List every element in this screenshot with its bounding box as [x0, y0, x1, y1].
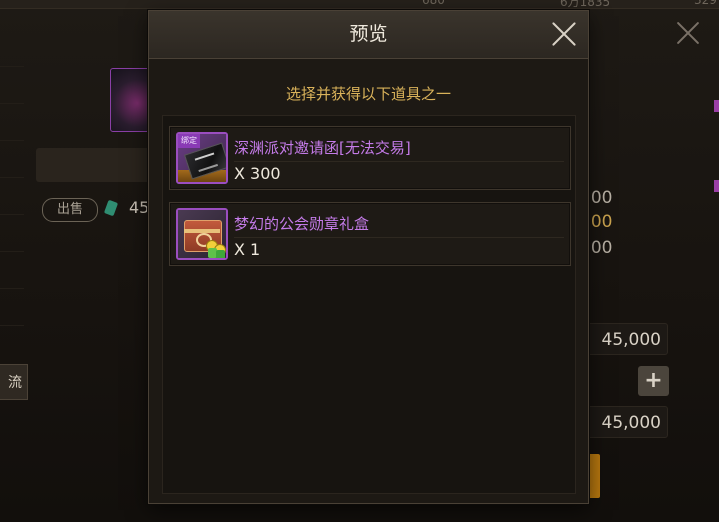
background-edge-marker	[714, 180, 719, 192]
reward-list: 绑定 深渊派对邀请函[无法交易] X 300 梦幻的公会勋章礼盒 X 1	[162, 115, 576, 494]
topbar-value-left: 680	[422, 0, 445, 7]
gift-box-icon	[176, 208, 228, 260]
sell-price: 45	[129, 198, 150, 217]
dialog-subtitle: 选择并获得以下道具之一	[285, 85, 451, 103]
close-icon[interactable]	[551, 21, 577, 47]
background-edge-marker	[714, 100, 719, 112]
price-field-2[interactable]: 45,000	[576, 406, 668, 438]
background-close-icon[interactable]	[675, 20, 701, 46]
gem-currency-icon	[103, 199, 119, 217]
plus-button[interactable]: +	[638, 366, 669, 396]
divider	[234, 161, 564, 162]
reward-name: 深渊派对邀请函[无法交易]	[234, 139, 411, 157]
divider	[234, 237, 564, 238]
bound-tag: 绑定	[178, 134, 200, 148]
reward-quantity: X 300	[234, 164, 281, 183]
background-item-bar	[36, 148, 156, 182]
background-left-column	[0, 30, 24, 510]
dialog-title: 预览	[349, 23, 388, 45]
reward-quantity: X 1	[234, 240, 261, 259]
reward-item-gift-box[interactable]: 梦幻的公会勋章礼盒 X 1	[169, 202, 571, 266]
sell-button[interactable]: 出售	[42, 198, 98, 222]
price-field-1[interactable]: 45,000	[576, 323, 668, 355]
side-tab[interactable]: 流	[0, 364, 28, 400]
invitation-card-icon: 绑定	[176, 132, 228, 184]
reward-name: 梦幻的公会勋章礼盒	[234, 215, 370, 233]
topbar-value-right: 329	[694, 0, 717, 7]
topbar-value-mid: 6万1835	[560, 0, 611, 9]
background-topbar: 680 6万1835 329	[0, 0, 719, 9]
reward-item-invitation[interactable]: 绑定 深渊派对邀请函[无法交易] X 300	[169, 126, 571, 190]
preview-dialog: 预览 选择并获得以下道具之一 绑定 深渊派对邀请函[无法交易] X 300 梦幻…	[148, 10, 589, 504]
